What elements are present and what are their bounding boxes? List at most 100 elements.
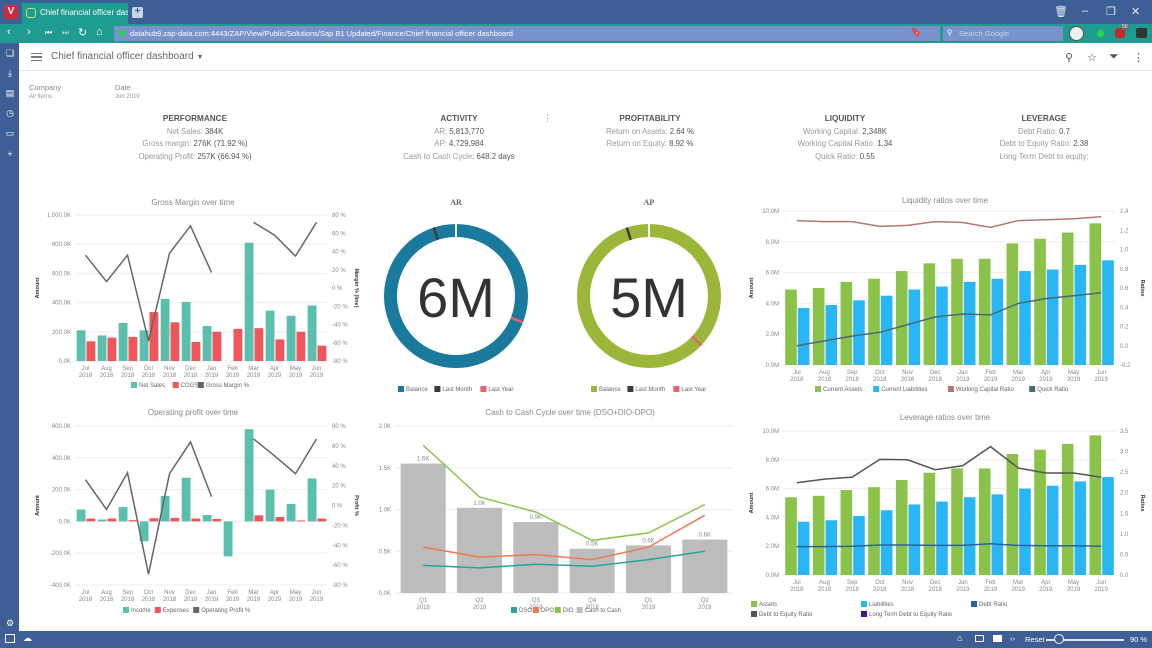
y2-tick-label: 60 % — [332, 444, 346, 450]
y-tick-label: 200.0K — [52, 330, 71, 336]
code-icon[interactable]: ‹› — [1010, 634, 1015, 643]
company-filter[interactable]: Company All Items — [29, 83, 61, 100]
bookmarks-panel-icon[interactable]: ❏ — [5, 48, 15, 58]
operating-profit-chart[interactable]: Operating profit over time -400.0K -200.0K… — [23, 403, 363, 617]
close-window-button[interactable]: ✕ — [1131, 5, 1140, 18]
notes-panel-icon[interactable]: ▤ — [5, 88, 15, 98]
tile-icon[interactable] — [975, 635, 984, 642]
chart-svg: AP 5M Balance Last Month Last Year — [577, 198, 721, 393]
menu-icon[interactable] — [1136, 28, 1147, 38]
settings-icon[interactable]: ⚙ — [5, 618, 15, 628]
panel-toggle-icon[interactable] — [5, 634, 15, 643]
y-tick-label: 2.0M — [766, 332, 779, 338]
y2-tick-label: 80 % — [332, 213, 346, 219]
tab-title: Chief financial officer dashb — [40, 8, 128, 17]
x-tick-label: Nov — [164, 366, 175, 372]
bar-income — [244, 429, 254, 522]
x-tick-label: Aug — [819, 580, 830, 586]
x-tick-label: 2019 — [1011, 377, 1025, 383]
bar-current-liabilities — [853, 300, 865, 365]
leverage-chart[interactable]: Leverage ratios over time 0.0M 2.0M 4.0M 6.0… — [743, 408, 1147, 620]
filter-icon[interactable]: ⏷ — [1109, 49, 1119, 64]
hamburger-menu-icon[interactable] — [31, 53, 42, 61]
kpi-value: 0.55 — [859, 151, 875, 161]
zoom-reset-button[interactable]: Reset — [1025, 635, 1045, 644]
y-tick-label: 8.0M — [766, 458, 779, 464]
bookmark-icon[interactable]: 🔖 — [911, 27, 922, 38]
donut-center-value: 5M — [610, 266, 688, 329]
kpi-liquidity: LIQUIDITY Working Capital: 2,348K Workin… — [750, 113, 940, 163]
bar-income — [286, 503, 296, 522]
x-tick-label: Oct — [144, 366, 154, 372]
sync-cloud-icon[interactable]: ☁ — [23, 633, 32, 644]
bar-net-sales — [244, 242, 254, 361]
ap-donut-chart[interactable]: AP 5M Balance Last Month Last Year — [561, 193, 737, 393]
browser-tab[interactable]: Chief financial officer dashb — [22, 3, 128, 24]
minimize-button[interactable]: – — [1082, 5, 1088, 17]
extension-status-icon[interactable] — [1097, 30, 1104, 37]
x-tick-label: 2018 — [873, 377, 887, 383]
y2-tick-label: 3.5 — [1120, 429, 1129, 435]
add-panel-icon[interactable]: + — [5, 149, 15, 159]
date-filter[interactable]: Date Jun 2019 — [115, 83, 140, 100]
zoom-slider-handle[interactable] — [1054, 634, 1064, 644]
trash-icon[interactable]: 🗑 — [1054, 5, 1068, 18]
home-status-icon[interactable]: ⌂ — [957, 633, 962, 643]
kpi-more-icon[interactable]: ⋮ — [543, 113, 552, 124]
browser-titlebar: V Chief financial officer dashb + 🗑 – ❐ … — [0, 0, 1152, 24]
legend-swatch — [861, 601, 867, 607]
vivaldi-logo-icon[interactable]: V — [4, 5, 18, 19]
kpi-row: AP: 4,729,984 — [359, 138, 559, 151]
x-tick-label: 2019 — [1067, 377, 1081, 383]
legend-label: Working Capital Ratio — [956, 387, 1015, 393]
window-panel-icon[interactable]: ▭ — [5, 128, 15, 138]
x-tick-label: 2019 — [1094, 377, 1108, 383]
forward-button[interactable]: › — [27, 26, 31, 38]
search-icon[interactable]: ⚲ — [1065, 51, 1073, 64]
new-tab-button[interactable]: + — [132, 7, 143, 18]
gross-margin-chart[interactable]: Gross Margin over time 0.0K 200.0K 400.0K 60… — [23, 193, 363, 393]
rewind-button[interactable]: ⏮ — [45, 28, 52, 38]
legend-label: Last Month — [635, 387, 665, 393]
x-tick-label: Jan — [207, 590, 217, 596]
y2-tick-label: -40 % — [332, 543, 348, 549]
address-bar[interactable]: datahub9.zap-data.com:4443/ZAP/View/Publ… — [114, 26, 940, 41]
y-tick-label: 0.0M — [766, 363, 779, 369]
kpi-value: 0.7 — [1059, 126, 1070, 136]
ar-donut-chart[interactable]: AR 6M Balance Last Month Last Year — [371, 193, 541, 393]
x-tick-label: 2019 — [984, 377, 998, 383]
fast-forward-button[interactable]: ⏭ — [62, 28, 69, 38]
url-text: datahub9.zap-data.com:4443/ZAP/View/Publ… — [130, 29, 513, 38]
more-options-icon[interactable]: ⋮ — [1133, 51, 1144, 64]
back-button[interactable]: ‹ — [7, 26, 11, 38]
kpi-row: Operating Profit: 257K (66.94 %) — [89, 151, 301, 164]
profile-avatar-icon[interactable] — [1069, 26, 1084, 41]
home-button[interactable]: ⌂ — [96, 26, 103, 38]
chart-title: Liquidity ratios over time — [902, 196, 989, 205]
bar-cash-to-cash — [456, 507, 503, 593]
search-engine-input[interactable]: ⚲ Search Google — [943, 26, 1063, 41]
legend-label: Last Year — [681, 387, 706, 393]
bar-net-sales — [97, 335, 107, 361]
x-tick-label: 2018 — [790, 587, 804, 593]
history-panel-icon[interactable]: ◷ — [5, 108, 15, 118]
x-tick-label: 2018 — [928, 587, 942, 593]
cash-cycle-chart[interactable]: Cash to Cash Cycle over time (DSO+DIO-DP… — [361, 403, 741, 617]
reload-button[interactable]: ↻ — [78, 26, 87, 39]
kpi-performance: PERFORMANCE Net Sales: 384K Gross margin… — [89, 113, 301, 163]
data-label: 1.0K — [473, 501, 485, 507]
kpi-row: Cash to Cash Cycle: 648.2 days — [359, 151, 559, 164]
x-tick-label: Dec — [185, 590, 196, 596]
legend-swatch — [123, 607, 129, 613]
image-icon[interactable] — [993, 635, 1002, 642]
dashboard-title-dropdown[interactable]: Chief financial officer dashboard ▼ — [51, 51, 203, 62]
favorite-star-icon[interactable]: ☆ — [1087, 51, 1097, 64]
legend-swatch — [1029, 386, 1036, 392]
downloads-panel-icon[interactable]: ⤓ — [5, 68, 15, 78]
x-tick-label: Sep — [122, 590, 133, 596]
x-tick-label: May — [1068, 580, 1079, 586]
bar-assets — [785, 497, 797, 575]
restore-button[interactable]: ❐ — [1106, 5, 1116, 18]
y-axis-label: Amount — [749, 492, 755, 513]
liquidity-chart[interactable]: Liquidity ratios over time 0.0M 2.0M 4.0M 6.… — [743, 191, 1147, 397]
